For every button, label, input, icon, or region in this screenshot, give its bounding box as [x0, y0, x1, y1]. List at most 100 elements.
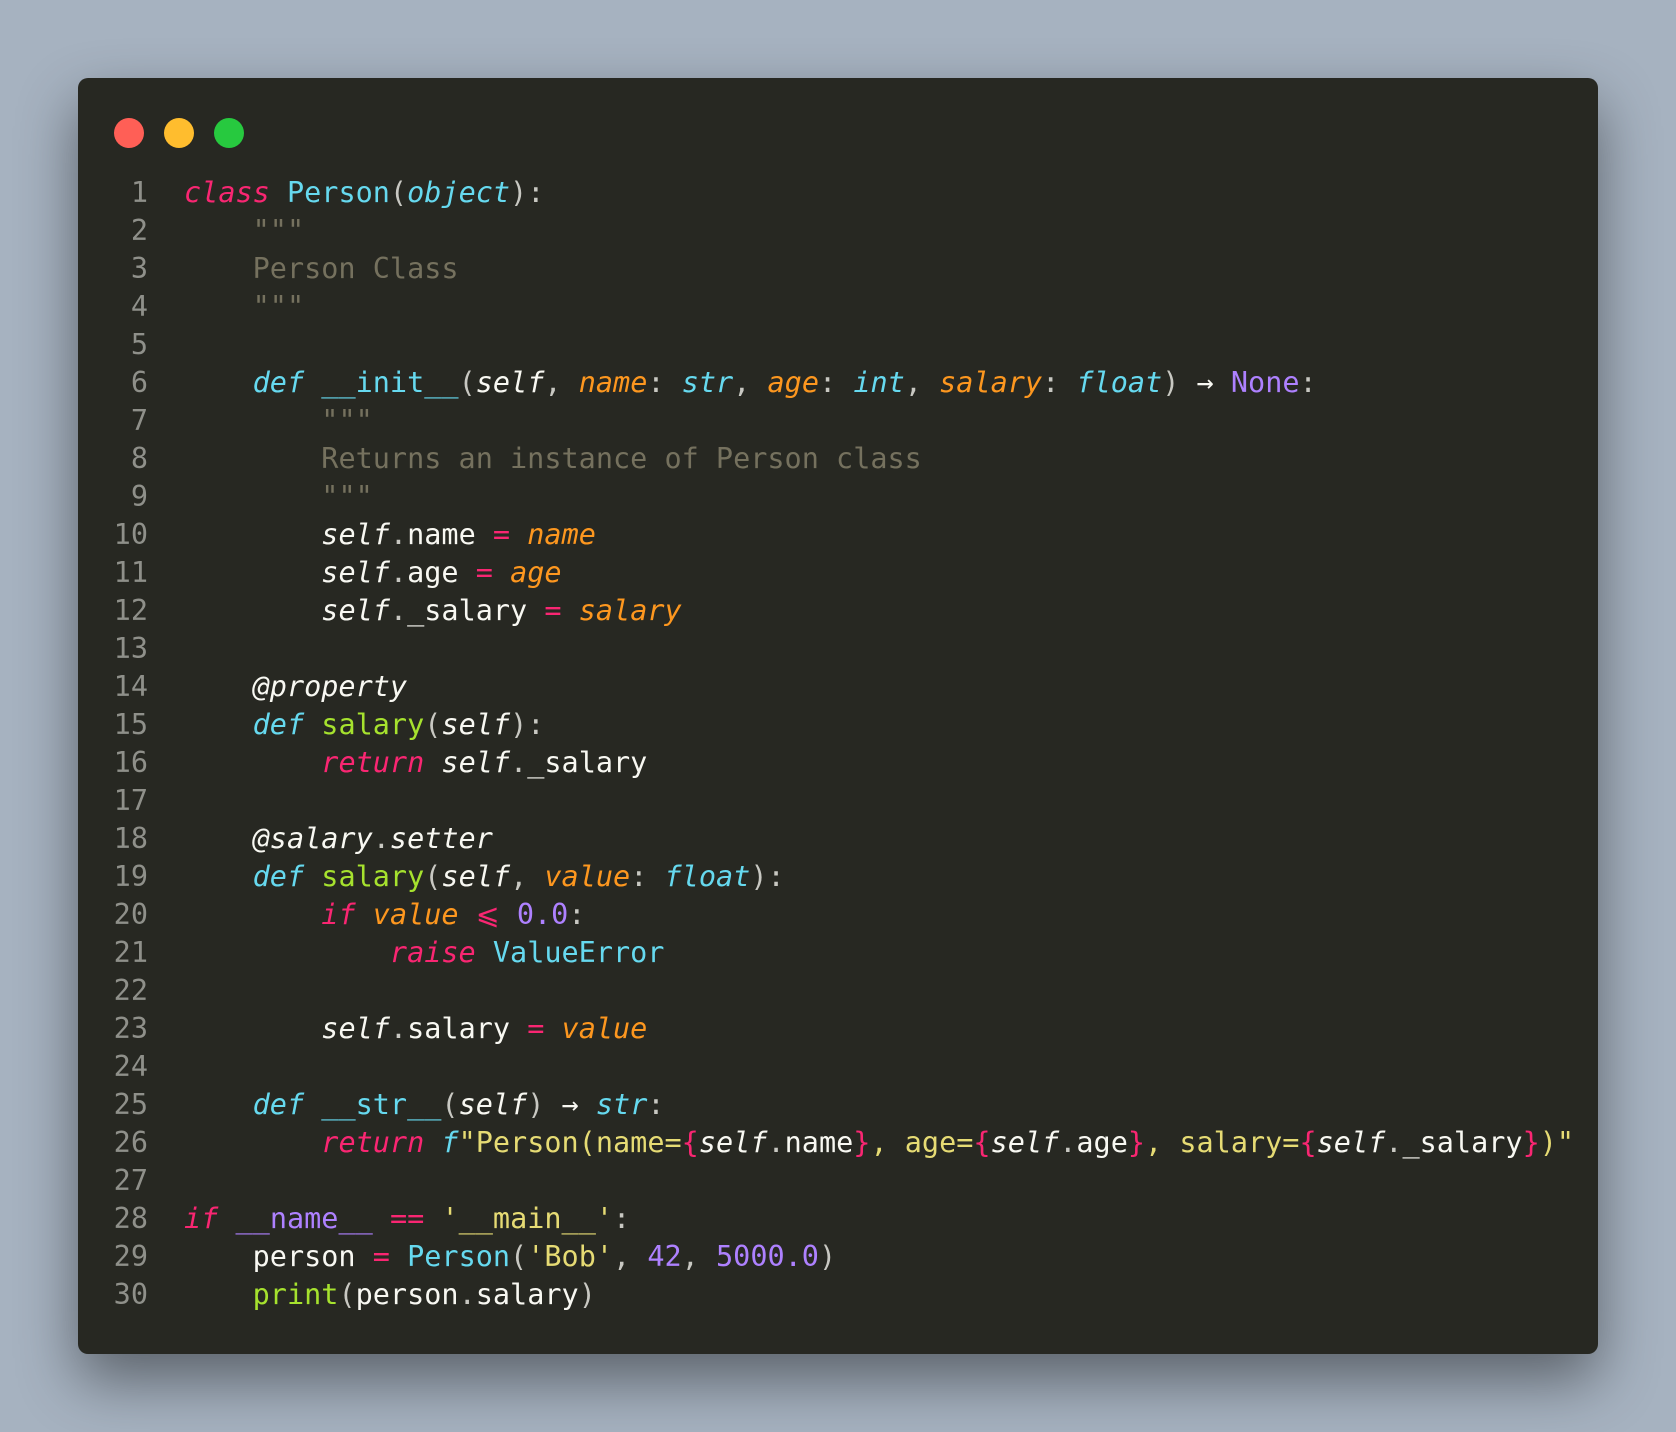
line-number: 21: [113, 936, 148, 969]
code-line: 12 self._salary = salary: [78, 592, 1598, 630]
code-line: 21 raise ValueError: [78, 934, 1598, 972]
code-token: Returns an instance of Person class: [321, 442, 922, 475]
code-token: self: [441, 708, 511, 741]
zoom-button[interactable]: [214, 118, 244, 148]
line-number: 17: [113, 784, 148, 817]
line-number: 23: [113, 1012, 148, 1045]
code-line: 4 """: [78, 288, 1598, 326]
code-token: str: [595, 1088, 648, 1121]
code-text: person = Person('Bob', 42, 5000.0): [184, 1238, 836, 1276]
code-token: class: [184, 176, 270, 209]
code-token: return: [321, 746, 425, 779]
line-number: 29: [113, 1240, 148, 1273]
line-number: 1: [130, 176, 148, 209]
code-token: (: [441, 1088, 459, 1121]
code-token: )": [1539, 1126, 1575, 1159]
code-text: return self._salary: [184, 744, 647, 782]
code-token: salary: [578, 594, 682, 627]
code-line: 27: [78, 1162, 1598, 1200]
code-token: :: [568, 898, 586, 931]
code-token: '__main__': [441, 1202, 614, 1235]
line-number: 15: [113, 708, 148, 741]
code-token: 'Bob': [527, 1240, 614, 1273]
code-token: if: [184, 1202, 219, 1235]
code-line: 24: [78, 1048, 1598, 1086]
code-text: self.salary = value: [184, 1010, 647, 1048]
code-token: return: [321, 1126, 425, 1159]
code-token: Person: [407, 1240, 511, 1273]
code-line: 29 person = Person('Bob', 42, 5000.0): [78, 1238, 1598, 1276]
code-text: print(person.salary): [184, 1276, 596, 1314]
line-number: 3: [130, 252, 148, 285]
code-token: if: [321, 898, 356, 931]
code-token: "Person(name=: [458, 1126, 682, 1159]
code-text: @salary.setter: [184, 820, 493, 858]
code-token: self: [321, 1012, 390, 1045]
close-button[interactable]: [114, 118, 144, 148]
code-token: _salary: [407, 594, 545, 627]
code-token: :: [1299, 366, 1317, 399]
code-token: (: [338, 1278, 356, 1311]
code-token: _salary: [527, 746, 648, 779]
code-token: ,: [681, 1240, 716, 1273]
line-number: 27: [113, 1164, 148, 1197]
minimize-button[interactable]: [164, 118, 194, 148]
code-token: ): [818, 1240, 837, 1273]
code-token: self: [1316, 1126, 1386, 1159]
code-token: ):: [510, 176, 545, 209]
code-token: @salary: [252, 822, 373, 855]
code-text: """: [184, 212, 304, 250]
code-token: ,: [544, 366, 579, 399]
code-token: ,: [733, 366, 768, 399]
line-number: 26: [113, 1126, 148, 1159]
code-text: raise ValueError: [184, 934, 665, 972]
code-line: 11 self.age = age: [78, 554, 1598, 592]
code-token: __str__: [321, 1088, 442, 1121]
code-line: 19 def salary(self, value: float):: [78, 858, 1598, 896]
code-token: @property: [252, 670, 408, 703]
code-token: person: [252, 1240, 373, 1273]
code-token: name: [407, 518, 493, 551]
code-token: def: [252, 708, 305, 741]
code-token: :: [818, 366, 854, 399]
code-text: """: [184, 478, 372, 516]
code-line: 14 @property: [78, 668, 1598, 706]
code-line: 26 return f"Person(name={self.name}, age…: [78, 1124, 1598, 1162]
code-token: {: [681, 1126, 699, 1159]
code-token: age: [767, 366, 819, 399]
code-token: value: [372, 898, 459, 931]
code-token: .: [389, 1012, 408, 1045]
code-token: self: [441, 860, 511, 893]
code-text: self.name = name: [184, 516, 596, 554]
line-number: 16: [113, 746, 148, 779]
code-token: 5000.0: [716, 1240, 819, 1273]
code-token: ⩽: [475, 898, 500, 931]
code-token: ,: [904, 366, 940, 399]
code-token: self: [321, 518, 390, 551]
line-number: 9: [130, 480, 148, 513]
code-token: }: [1127, 1126, 1146, 1159]
code-token: .: [767, 1126, 785, 1159]
code-token: """: [321, 404, 373, 437]
code-token: :: [630, 860, 665, 893]
code-line: 5: [78, 326, 1598, 364]
code-token: =: [372, 1240, 390, 1273]
line-number: 6: [130, 366, 148, 399]
code-token: Person: [286, 176, 390, 209]
code-token: age: [407, 556, 476, 589]
code-line: 9 """: [78, 478, 1598, 516]
line-number: 2: [130, 214, 148, 247]
code-token: None: [1230, 366, 1300, 399]
line-number: 19: [113, 860, 148, 893]
code-editor[interactable]: 1 class Person(object): 2 """ 3 Person Clas…: [78, 174, 1598, 1314]
